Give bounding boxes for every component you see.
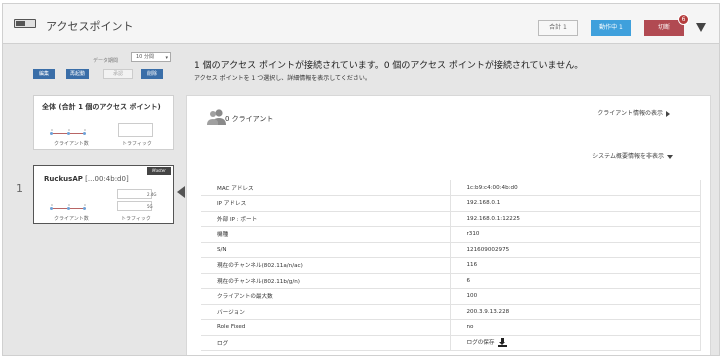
sparkline-point [50, 207, 53, 210]
table-row: 現在のチャンネル(802.11b/g/n) 6 [201, 272, 701, 289]
sparkline-point [67, 207, 70, 210]
table-row: 機種 r310 [201, 226, 701, 243]
ap-name-text: RuckusAP [44, 175, 83, 183]
clients-label: クライアント数 [54, 141, 89, 147]
delete-button[interactable]: 削除 [141, 69, 163, 79]
edit-button[interactable]: 編集 [33, 69, 55, 79]
property-value: no [449, 319, 701, 336]
ap-detail-panel: 0 クライアント クライアント情報の表示 システム概要情報を非表示 MAC アド… [186, 95, 711, 355]
period-select[interactable]: 10 分間 ▾ [131, 52, 171, 62]
sparkline-value: 0 [68, 203, 70, 207]
property-key: MAC アドレス [201, 180, 451, 196]
sparkline-point [67, 132, 70, 135]
reboot-button[interactable]: 再起動 [66, 69, 89, 79]
save-log-link[interactable]: ログの保存 [449, 334, 701, 351]
property-value: 121609002975 [449, 241, 701, 258]
property-key: 現在のチャンネル(802.11a/n/ac) [201, 257, 451, 274]
client-count: 0 クライアント [225, 115, 274, 123]
band-24-label: 2.4G [147, 192, 157, 197]
property-key: S/N [201, 241, 451, 258]
property-value: 6 [449, 272, 701, 289]
table-row: クライアントの最大数 100 [201, 288, 701, 305]
selection-hint: アクセス ポイントを 1 つ選択し、詳細情報を表示してください。 [194, 75, 371, 82]
property-value: 1c:b9:c4:00:4b:d0 [449, 180, 701, 196]
property-key: Role Fixed [201, 319, 451, 336]
ap-card-ruckusap[interactable]: Master RuckusAP [...00:4b:d0] 2.4G 5G 0 … [33, 165, 174, 224]
table-row: 現在のチャンネル(802.11a/n/ac) 116 [201, 257, 701, 274]
access-point-icon [14, 19, 36, 28]
property-key: クライアントの最大数 [201, 288, 451, 305]
table-row: MAC アドレス 1c:b9:c4:00:4b:d0 [201, 180, 701, 196]
traffic-box [118, 123, 153, 137]
app-frame: アクセスポイント 合計 1 動作中 1 切断 6 データ期間 10 分間 ▾ 編… [2, 3, 720, 356]
approve-button[interactable]: 承認 [103, 69, 133, 79]
sparkline-value: 0 [84, 128, 86, 132]
master-tag: Master [147, 167, 171, 175]
total-filter-button[interactable]: 合計 1 [538, 20, 578, 36]
ap-mac-short: [...00:4b:d0] [85, 175, 129, 183]
ap-name: RuckusAP [...00:4b:d0] [44, 175, 129, 183]
property-value: 200.3.9.13.228 [449, 303, 701, 320]
table-row: ログ ログの保存 [201, 334, 701, 351]
ap-properties-table: MAC アドレス 1c:b9:c4:00:4b:d0 IP アドレス 192.168… [201, 180, 701, 351]
sparkline-value: 0 [68, 128, 70, 132]
traffic-label: トラフィック [122, 141, 152, 147]
sparkline-value: 0 [51, 128, 53, 132]
ap-list-panel: データ期間 10 分間 ▾ 編集 再起動 承認 削除 全体 (合計 1 個のアク… [29, 52, 174, 342]
table-row: IP アドレス 192.168.0.1 [201, 195, 701, 212]
clients-icon [207, 109, 226, 125]
show-clients-label: クライアント情報の表示 [597, 110, 663, 117]
property-key: 外部 IP : ポート [201, 210, 451, 227]
sparkline-point [83, 132, 86, 135]
property-value: 192.168.0.1 [449, 195, 701, 212]
running-filter-button[interactable]: 動作中 1 [591, 20, 631, 36]
chevron-right-icon [666, 110, 670, 117]
band-5-label: 5G [147, 204, 153, 209]
show-clients-link[interactable]: クライアント情報の表示 [597, 108, 670, 117]
traffic-label: トラフィック [121, 216, 151, 222]
property-value: 100 [449, 288, 701, 305]
table-row: Role Fixed no [201, 319, 701, 336]
all-ap-title: 全体 (合計 1 個のアクセス ポイント) [42, 103, 161, 111]
property-key: 現在のチャンネル(802.11b/g/n) [201, 272, 451, 289]
connection-summary: 1 個のアクセス ポイントが接続されています。0 個のアクセス ポイントが接続さ… [194, 61, 584, 71]
property-key: ログ [201, 334, 451, 351]
selected-pointer-icon [177, 186, 185, 198]
page-header: アクセスポイント 合計 1 動作中 1 切断 6 [3, 4, 719, 44]
chevron-down-icon [667, 154, 673, 159]
all-ap-summary-card[interactable]: 全体 (合計 1 個のアクセス ポイント) 0 0 0 クライアント数 トラフィ… [33, 95, 174, 150]
property-key: バージョン [201, 303, 451, 320]
chevron-down-icon: ▾ [165, 55, 168, 61]
property-key: IP アドレス [201, 195, 451, 212]
sparkline-point [50, 132, 53, 135]
property-value: 192.168.0.1:12225 [449, 210, 701, 227]
table-row: バージョン 200.3.9.13.228 [201, 303, 701, 320]
property-key: 機種 [201, 226, 451, 243]
alarm-count-badge: 6 [678, 14, 689, 25]
table-row: S/N 121609002975 [201, 241, 701, 258]
sparkline-point [83, 207, 86, 210]
ap-index-number: 1 [16, 182, 23, 195]
period-value: 10 分間 [136, 54, 154, 60]
clients-label: クライアント数 [54, 216, 89, 222]
property-value: 116 [449, 257, 701, 274]
collapse-caret-icon[interactable] [696, 23, 706, 32]
hide-summary-label: システム概要情報を非表示 [592, 153, 664, 160]
property-value: r310 [449, 226, 701, 243]
sparkline-value: 0 [51, 203, 53, 207]
sparkline-value: 0 [84, 203, 86, 207]
period-label: データ期間 [93, 58, 119, 64]
save-log-label: ログの保存 [466, 340, 495, 347]
download-icon[interactable] [498, 338, 508, 348]
page-title: アクセスポイント [46, 20, 134, 33]
hide-summary-link[interactable]: システム概要情報を非表示 [592, 151, 673, 160]
table-row: 外部 IP : ポート 192.168.0.1:12225 [201, 210, 701, 227]
